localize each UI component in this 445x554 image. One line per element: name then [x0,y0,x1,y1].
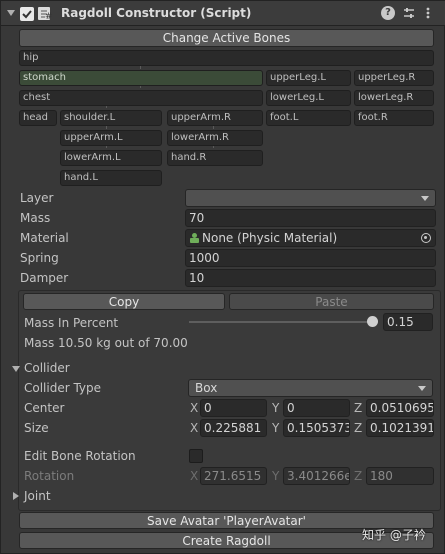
change-active-bones-button[interactable]: Change Active Bones [19,29,434,47]
center-label: Center [24,401,65,415]
enable-checkbox[interactable] [20,7,34,21]
collider-type-dropdown[interactable]: Box [188,379,433,397]
watermark: 知乎 @子衿 [362,528,426,542]
bone-chest[interactable]: chest [19,90,263,106]
rotation-y-field: 3.401266e [283,467,350,485]
size-z-axis: Z [354,421,363,435]
chevron-down-icon [418,386,426,391]
size-x-field[interactable]: 0.225881 [200,419,267,437]
size-z-field[interactable]: 0.1021391 [366,419,434,437]
component-title: Ragdoll Constructor (Script) [61,6,252,20]
mass-percent-label: Mass In Percent [24,316,119,330]
collider-type-value: Box [195,381,218,395]
bone-foot-l[interactable]: foot.L [266,110,351,126]
checkmark-icon [22,10,32,19]
center-y-axis: Y [272,401,280,415]
sliders-icon[interactable] [402,6,416,20]
bone-stomach[interactable]: stomach [19,70,263,86]
damper-field[interactable]: 10 [185,269,436,287]
layer-dropdown[interactable] [185,189,436,207]
rotation-y-axis: Y [272,469,280,483]
rotation-z-axis: Z [354,469,363,483]
joint-foldout-icon[interactable] [13,492,19,500]
edit-bone-rotation-checkbox[interactable] [189,449,203,463]
mass-percent-slider-track[interactable] [189,321,375,323]
center-y-field[interactable]: 0 [283,399,350,417]
spring-field[interactable]: 1000 [185,249,436,267]
center-z-axis: Z [354,401,363,415]
bone-foot-r[interactable]: foot.R [354,110,434,126]
bone-hip[interactable]: hip [19,50,434,66]
rotation-label: Rotation [24,469,75,483]
copy-button[interactable]: Copy [23,293,225,310]
center-z-field[interactable]: 0.0510695 [366,399,434,417]
size-label: Size [24,421,49,435]
rotation-z-field: 180 [366,467,434,485]
svg-text:#: # [45,12,52,21]
kebab-menu-icon[interactable] [425,6,431,20]
question-icon[interactable]: ? [381,6,395,20]
material-label: Material [20,231,69,245]
bone-head[interactable]: head [19,110,57,126]
center-x-field[interactable]: 0 [200,399,267,417]
chevron-down-icon [421,196,429,201]
bone-upperleg-l[interactable]: upperLeg.L [266,70,351,86]
bone-lowerleg-l[interactable]: lowerLeg.L [266,90,351,106]
paste-button[interactable]: Paste [229,293,434,310]
mass-percent-field[interactable]: 0.15 [383,313,433,331]
size-y-axis: Y [272,421,280,435]
rotation-x-field: 271.6515 [200,467,267,485]
bone-lowerarm-r[interactable]: lowerArm.R [167,130,263,146]
bone-lowerarm-l[interactable]: lowerArm.L [60,150,162,166]
object-picker-icon[interactable] [421,233,431,243]
material-value: None (Physic Material) [202,231,338,245]
edit-bone-rotation-label: Edit Bone Rotation [24,449,136,463]
damper-label: Damper [20,271,69,285]
bone-shoulder-l[interactable]: shoulder.L [60,110,162,126]
bone-lowerleg-r[interactable]: lowerLeg.R [354,90,434,106]
joint-header[interactable]: Joint [24,489,51,503]
mass-summary: Mass 10.50 kg out of 70.00 [24,336,188,350]
collider-header[interactable]: Collider [24,361,70,375]
component-header[interactable]: # Ragdoll Constructor (Script) ? [1,1,445,26]
inspector-panel: # Ragdoll Constructor (Script) ? Change … [0,0,445,554]
spring-label: Spring [20,251,59,265]
mass-field[interactable]: 70 [185,209,436,227]
physic-material-icon [189,232,200,244]
bone-upperarm-r[interactable]: upperArm.R [167,110,263,126]
bone-hand-r[interactable]: hand.R [167,150,263,166]
mass-percent-slider-thumb[interactable] [366,316,378,327]
collider-type-label: Collider Type [24,381,102,395]
bone-upperarm-l[interactable]: upperArm.L [60,130,162,146]
size-y-field[interactable]: 0.1505373 [283,419,350,437]
rotation-x-axis: X [190,469,199,483]
foldout-arrow-icon[interactable] [7,10,15,16]
collider-foldout-icon[interactable] [12,366,20,372]
bone-upperleg-r[interactable]: upperLeg.R [354,70,434,86]
bone-hand-l[interactable]: hand.L [60,170,162,186]
size-x-axis: X [190,421,199,435]
material-field[interactable]: None (Physic Material) [185,229,436,247]
layer-label: Layer [20,191,54,205]
center-x-axis: X [190,401,199,415]
script-icon: # [37,6,53,22]
mass-label: Mass [20,211,51,225]
